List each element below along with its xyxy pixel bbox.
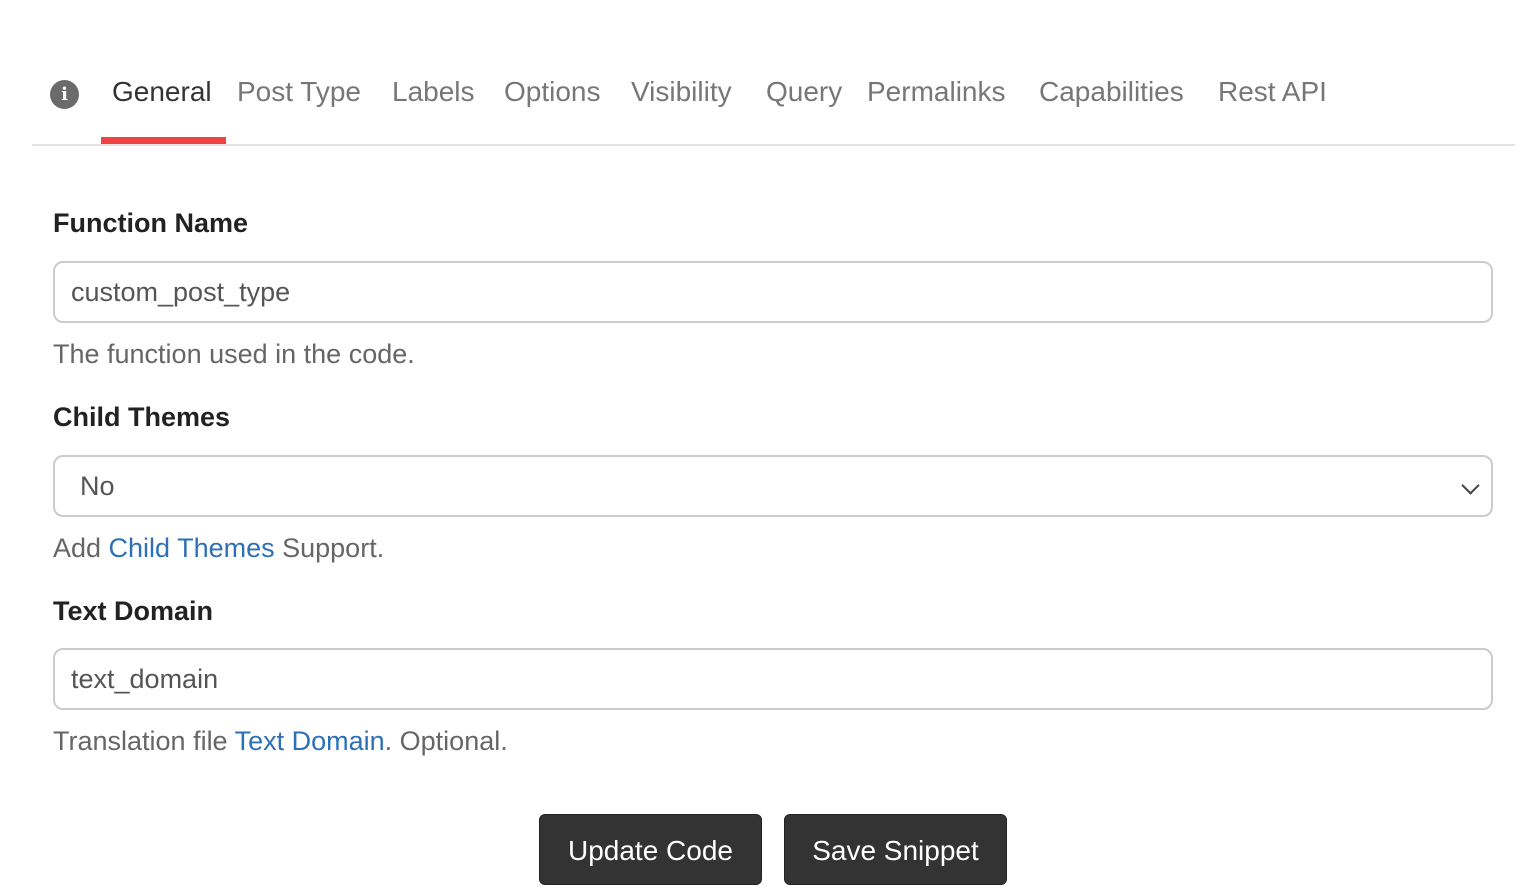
tab-rest-api[interactable]: Rest API	[1218, 76, 1327, 108]
chevron-down-icon	[1461, 476, 1480, 495]
active-tab-indicator	[101, 137, 226, 144]
child-themes-link[interactable]: Child Themes	[109, 533, 275, 563]
text-domain-label: Text Domain	[53, 596, 214, 626]
update-code-button[interactable]: Update Code	[539, 814, 762, 885]
tab-post-type[interactable]: Post Type	[237, 76, 361, 108]
function-name-help: The function used in the code.	[53, 339, 415, 369]
tab-query[interactable]: Query	[766, 76, 842, 108]
child-themes-value: No	[80, 471, 115, 501]
function-name-label: Function Name	[53, 208, 249, 238]
tab-bar: i General Post Type Labels Options Visib…	[32, 60, 1515, 146]
text-domain-input[interactable]: text_domain	[53, 648, 1493, 710]
help-text: . Optional.	[384, 726, 508, 756]
tab-visibility[interactable]: Visibility	[631, 76, 732, 108]
help-text: Add	[53, 533, 109, 563]
text-domain-help: Translation file Text Domain. Optional.	[53, 726, 508, 757]
tab-capabilities[interactable]: Capabilities	[1039, 76, 1184, 108]
tab-labels[interactable]: Labels	[392, 76, 475, 108]
tab-permalinks[interactable]: Permalinks	[867, 76, 1005, 108]
help-text: Support.	[274, 533, 385, 563]
child-themes-select[interactable]: No	[53, 455, 1493, 517]
function-name-input[interactable]: custom_post_type	[53, 261, 1493, 323]
help-text: Translation file	[53, 726, 235, 756]
info-icon[interactable]: i	[50, 80, 79, 109]
save-snippet-button[interactable]: Save Snippet	[784, 814, 1007, 885]
child-themes-label: Child Themes	[53, 402, 231, 432]
child-themes-help: Add Child Themes Support.	[53, 533, 384, 564]
tab-general[interactable]: General	[112, 76, 212, 108]
text-domain-link[interactable]: Text Domain	[235, 726, 385, 756]
tab-options[interactable]: Options	[504, 76, 601, 108]
